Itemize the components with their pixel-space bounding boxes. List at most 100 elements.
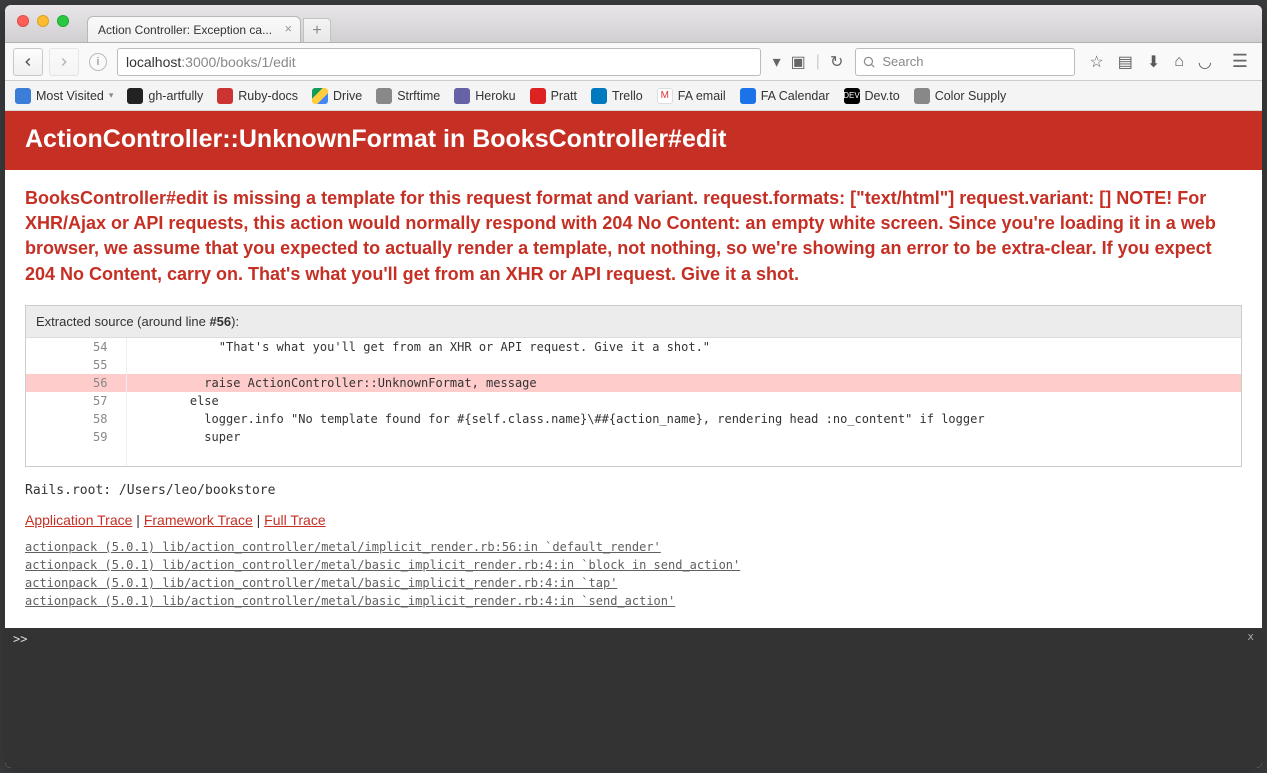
close-window-button[interactable] bbox=[17, 15, 29, 27]
browser-window: Action Controller: Exception ca... × + i… bbox=[5, 5, 1262, 768]
traffic-lights bbox=[5, 5, 69, 27]
bookmark-label: Dev.to bbox=[865, 89, 900, 103]
navigation-toolbar: i localhost:3000/books/1/edit ▾ ▣ | ↻ Se… bbox=[5, 43, 1262, 81]
minimize-window-button[interactable] bbox=[37, 15, 49, 27]
line-code: "That's what you'll get from an XHR or A… bbox=[126, 338, 1241, 356]
bookmark-item[interactable]: Most Visited▾ bbox=[15, 88, 113, 104]
trace-tabs: Application Trace | Framework Trace | Fu… bbox=[25, 512, 1242, 528]
line-number: 57 bbox=[26, 392, 126, 410]
source-extract: Extracted source (around line #56): 54 "… bbox=[25, 305, 1242, 467]
bookmark-item[interactable]: Color Supply bbox=[914, 88, 1007, 104]
bookmark-label: Strftime bbox=[397, 89, 440, 103]
bookmarks-bar: Most Visited▾ gh-artfully Ruby-docs Drive St… bbox=[5, 81, 1262, 111]
line-number: 54 bbox=[26, 338, 126, 356]
source-line: 59 super bbox=[26, 428, 1241, 446]
trace-line[interactable]: actionpack (5.0.1) lib/action_controller… bbox=[25, 594, 1242, 608]
source-line: 56 raise ActionController::UnknownFormat… bbox=[26, 374, 1241, 392]
bookmark-item[interactable]: MFA email bbox=[657, 88, 726, 104]
forward-button[interactable] bbox=[49, 48, 79, 76]
line-code bbox=[126, 356, 1241, 374]
search-placeholder: Search bbox=[882, 54, 923, 69]
zoom-window-button[interactable] bbox=[57, 15, 69, 27]
bookmark-label: FA email bbox=[678, 89, 726, 103]
bookmark-favicon bbox=[15, 88, 31, 104]
trace-line[interactable]: actionpack (5.0.1) lib/action_controller… bbox=[25, 540, 1242, 554]
source-heading: Extracted source (around line #56): bbox=[26, 306, 1241, 338]
bookmark-favicon bbox=[376, 88, 392, 104]
error-message: BooksController#edit is missing a templa… bbox=[25, 186, 1242, 287]
reader-mode-icon[interactable]: ▣ bbox=[791, 52, 806, 72]
browser-tabs: Action Controller: Exception ca... × + bbox=[87, 16, 331, 42]
bookmark-label: gh-artfully bbox=[148, 89, 203, 103]
bookmark-favicon bbox=[312, 88, 328, 104]
line-code: logger.info "No template found for #{sel… bbox=[126, 410, 1241, 428]
bookmark-item[interactable]: Trello bbox=[591, 88, 643, 104]
source-line: 57 else bbox=[26, 392, 1241, 410]
bookmark-favicon bbox=[454, 88, 470, 104]
console-close-icon[interactable]: x bbox=[1247, 630, 1254, 643]
browser-tab-active[interactable]: Action Controller: Exception ca... × bbox=[87, 16, 301, 42]
bookmark-label: Heroku bbox=[475, 89, 515, 103]
line-number: 55 bbox=[26, 356, 126, 374]
trace-line[interactable]: actionpack (5.0.1) lib/action_controller… bbox=[25, 558, 1242, 572]
bookmark-label: Pratt bbox=[551, 89, 577, 103]
bookmark-item[interactable]: Pratt bbox=[530, 88, 577, 104]
bookmark-favicon: DEV bbox=[844, 88, 860, 104]
rails-root: Rails.root: /Users/leo/bookstore bbox=[25, 483, 1242, 498]
bookmark-label: Drive bbox=[333, 89, 362, 103]
line-number: 59 bbox=[26, 428, 126, 446]
home-icon[interactable]: ⌂ bbox=[1174, 53, 1184, 71]
site-info-icon[interactable]: i bbox=[89, 53, 107, 71]
back-button[interactable] bbox=[13, 48, 43, 76]
url-actions: ▾ ▣ | ↻ bbox=[767, 52, 850, 72]
error-title: ActionController::UnknownFormat in Books… bbox=[25, 125, 1242, 154]
bookmark-favicon bbox=[914, 88, 930, 104]
stack-trace: actionpack (5.0.1) lib/action_controller… bbox=[25, 540, 1242, 608]
new-tab-button[interactable]: + bbox=[303, 18, 331, 42]
star-icon[interactable]: ☆ bbox=[1089, 52, 1103, 72]
tab-title: Action Controller: Exception ca... bbox=[98, 23, 272, 37]
bookmark-label: Trello bbox=[612, 89, 643, 103]
bookmark-label: FA Calendar bbox=[761, 89, 830, 103]
line-code: super bbox=[126, 428, 1241, 446]
bookmark-favicon bbox=[591, 88, 607, 104]
toolbar-icons: ☆ ▤ ⬇ ⌂ ◡ bbox=[1081, 52, 1220, 72]
dropdown-icon[interactable]: ▾ bbox=[773, 52, 781, 72]
search-bar[interactable]: Search bbox=[855, 48, 1075, 76]
bookmark-item[interactable]: Drive bbox=[312, 88, 362, 104]
bookmark-favicon bbox=[217, 88, 233, 104]
bookmark-item[interactable]: FA Calendar bbox=[740, 88, 830, 104]
web-console[interactable]: >> x bbox=[5, 628, 1262, 768]
application-trace-link[interactable]: Application Trace bbox=[25, 512, 132, 528]
bookmark-item[interactable]: Ruby-docs bbox=[217, 88, 298, 104]
line-number: 56 bbox=[26, 374, 126, 392]
bookmark-item[interactable]: Strftime bbox=[376, 88, 440, 104]
line-code: else bbox=[126, 392, 1241, 410]
full-trace-link[interactable]: Full Trace bbox=[264, 512, 325, 528]
menu-icon[interactable]: ☰ bbox=[1226, 51, 1254, 72]
framework-trace-link[interactable]: Framework Trace bbox=[144, 512, 253, 528]
library-icon[interactable]: ▤ bbox=[1118, 52, 1133, 72]
bookmark-favicon bbox=[740, 88, 756, 104]
bookmark-item[interactable]: gh-artfully bbox=[127, 88, 203, 104]
bookmark-label: Ruby-docs bbox=[238, 89, 298, 103]
error-header: ActionController::UnknownFormat in Books… bbox=[5, 111, 1262, 170]
console-prompt: >> bbox=[13, 632, 27, 646]
error-body: BooksController#edit is missing a templa… bbox=[5, 170, 1262, 628]
bookmark-item[interactable]: Heroku bbox=[454, 88, 515, 104]
source-code: 54 "That's what you'll get from an XHR o… bbox=[26, 338, 1241, 466]
reload-icon[interactable]: ↻ bbox=[830, 52, 843, 72]
source-line: 58 logger.info "No template found for #{… bbox=[26, 410, 1241, 428]
pocket-icon[interactable]: ◡ bbox=[1198, 52, 1212, 72]
bookmark-label: Color Supply bbox=[935, 89, 1007, 103]
window-titlebar: Action Controller: Exception ca... × + bbox=[5, 5, 1262, 43]
close-tab-icon[interactable]: × bbox=[285, 22, 293, 35]
dropdown-icon: ▾ bbox=[109, 90, 114, 101]
downloads-icon[interactable]: ⬇ bbox=[1147, 52, 1160, 72]
bookmark-item[interactable]: DEV Dev.to bbox=[844, 88, 900, 104]
url-host: localhost bbox=[126, 54, 181, 70]
address-bar[interactable]: localhost:3000/books/1/edit bbox=[117, 48, 761, 76]
trace-line[interactable]: actionpack (5.0.1) lib/action_controller… bbox=[25, 576, 1242, 590]
source-line: 54 "That's what you'll get from an XHR o… bbox=[26, 338, 1241, 356]
url-path: :3000/books/1/edit bbox=[181, 54, 295, 70]
